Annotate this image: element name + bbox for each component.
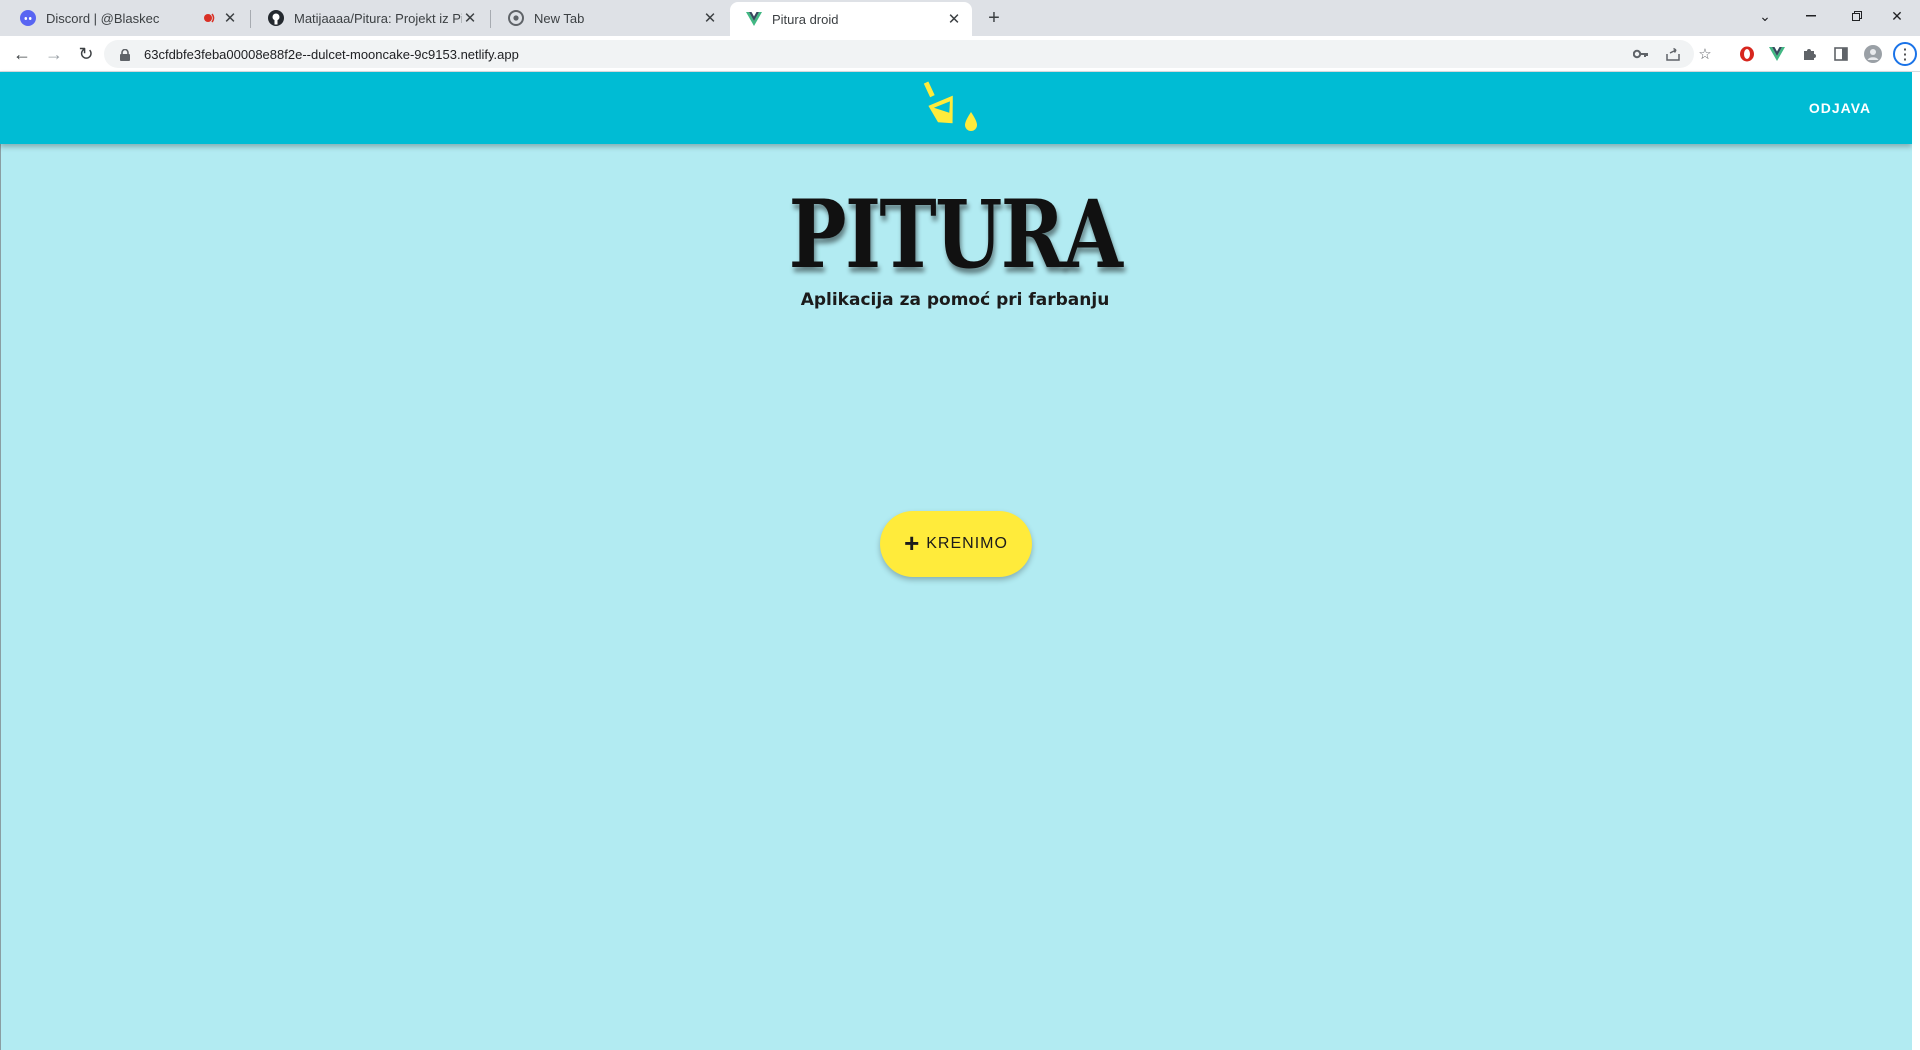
tab-title: Matijaaaa/Pitura: Projekt iz Pi [294,10,462,26]
tab-title: Pitura droid [772,11,839,27]
close-icon[interactable]: ✕ [702,10,718,27]
tab-search-icon[interactable]: ⌄ [1742,0,1788,32]
discord-icon [20,10,36,26]
chrome-icon [508,10,524,26]
tab-separator [490,10,491,28]
new-tab-button[interactable]: + [982,6,1006,30]
start-button-label: KRENIMO [926,535,1008,552]
audio-playing-icon[interactable] [200,10,216,26]
vue-devtools-icon[interactable] [1765,42,1789,66]
page-subtitle: Aplikacija za pomoć pri farbanju [800,290,1110,310]
tab-new-tab[interactable]: New Tab ✕ [492,0,728,36]
close-icon[interactable]: ✕ [946,11,962,28]
close-window-icon[interactable]: ✕ [1874,0,1920,32]
page-title: PITURA [788,180,1123,290]
tab-title: Discord | @Blaskec [46,10,160,26]
forward-icon[interactable]: → [40,40,68,68]
close-icon[interactable]: ✕ [222,10,238,27]
address-bar[interactable]: 63cfdbfe3feba00008e88f2e--dulcet-mooncak… [104,40,1694,68]
browser-tab-strip: Discord | @Blaskec ✕ Matijaaaa/Pitura: P… [0,0,1920,36]
lock-icon [120,47,132,61]
tab-title: New Tab [534,10,585,26]
close-icon[interactable]: ✕ [462,10,478,27]
page-left-border [0,72,1,1050]
back-icon[interactable]: ← [8,40,36,68]
start-button[interactable]: + KRENIMO [880,511,1032,577]
opera-extension-icon[interactable] [1735,42,1759,66]
reload-icon[interactable]: ↻ [72,40,100,68]
browser-menu-icon[interactable]: ⋮ [1893,42,1917,66]
github-icon [268,10,284,26]
minimize-icon[interactable] [1788,0,1834,32]
profile-avatar-icon[interactable] [1861,42,1885,66]
tab-pitura[interactable]: Pitura droid ✕ [730,2,972,36]
share-icon[interactable] [1661,42,1685,66]
vue-icon [746,11,762,27]
tab-discord[interactable]: Discord | @Blaskec ✕ [4,0,248,36]
password-key-icon[interactable] [1629,42,1653,66]
plus-icon: + [904,527,921,558]
paint-bucket-icon[interactable] [922,80,982,136]
bookmark-star-icon[interactable]: ☆ [1693,42,1717,66]
extensions-puzzle-icon[interactable] [1797,42,1821,66]
tab-github[interactable]: Matijaaaa/Pitura: Projekt iz Pi ✕ [252,0,488,36]
url-text: 63cfdbfe3feba00008e88f2e--dulcet-mooncak… [144,46,519,62]
app-header: ODJAVA [0,72,1912,144]
page-scroll-edge [1912,72,1920,1050]
browser-toolbar: ← → ↻ 63cfdbfe3feba00008e88f2e--dulcet-m… [0,36,1920,72]
side-panel-icon[interactable] [1829,42,1853,66]
tab-separator [250,10,251,28]
logout-button[interactable]: ODJAVA [1790,94,1890,122]
